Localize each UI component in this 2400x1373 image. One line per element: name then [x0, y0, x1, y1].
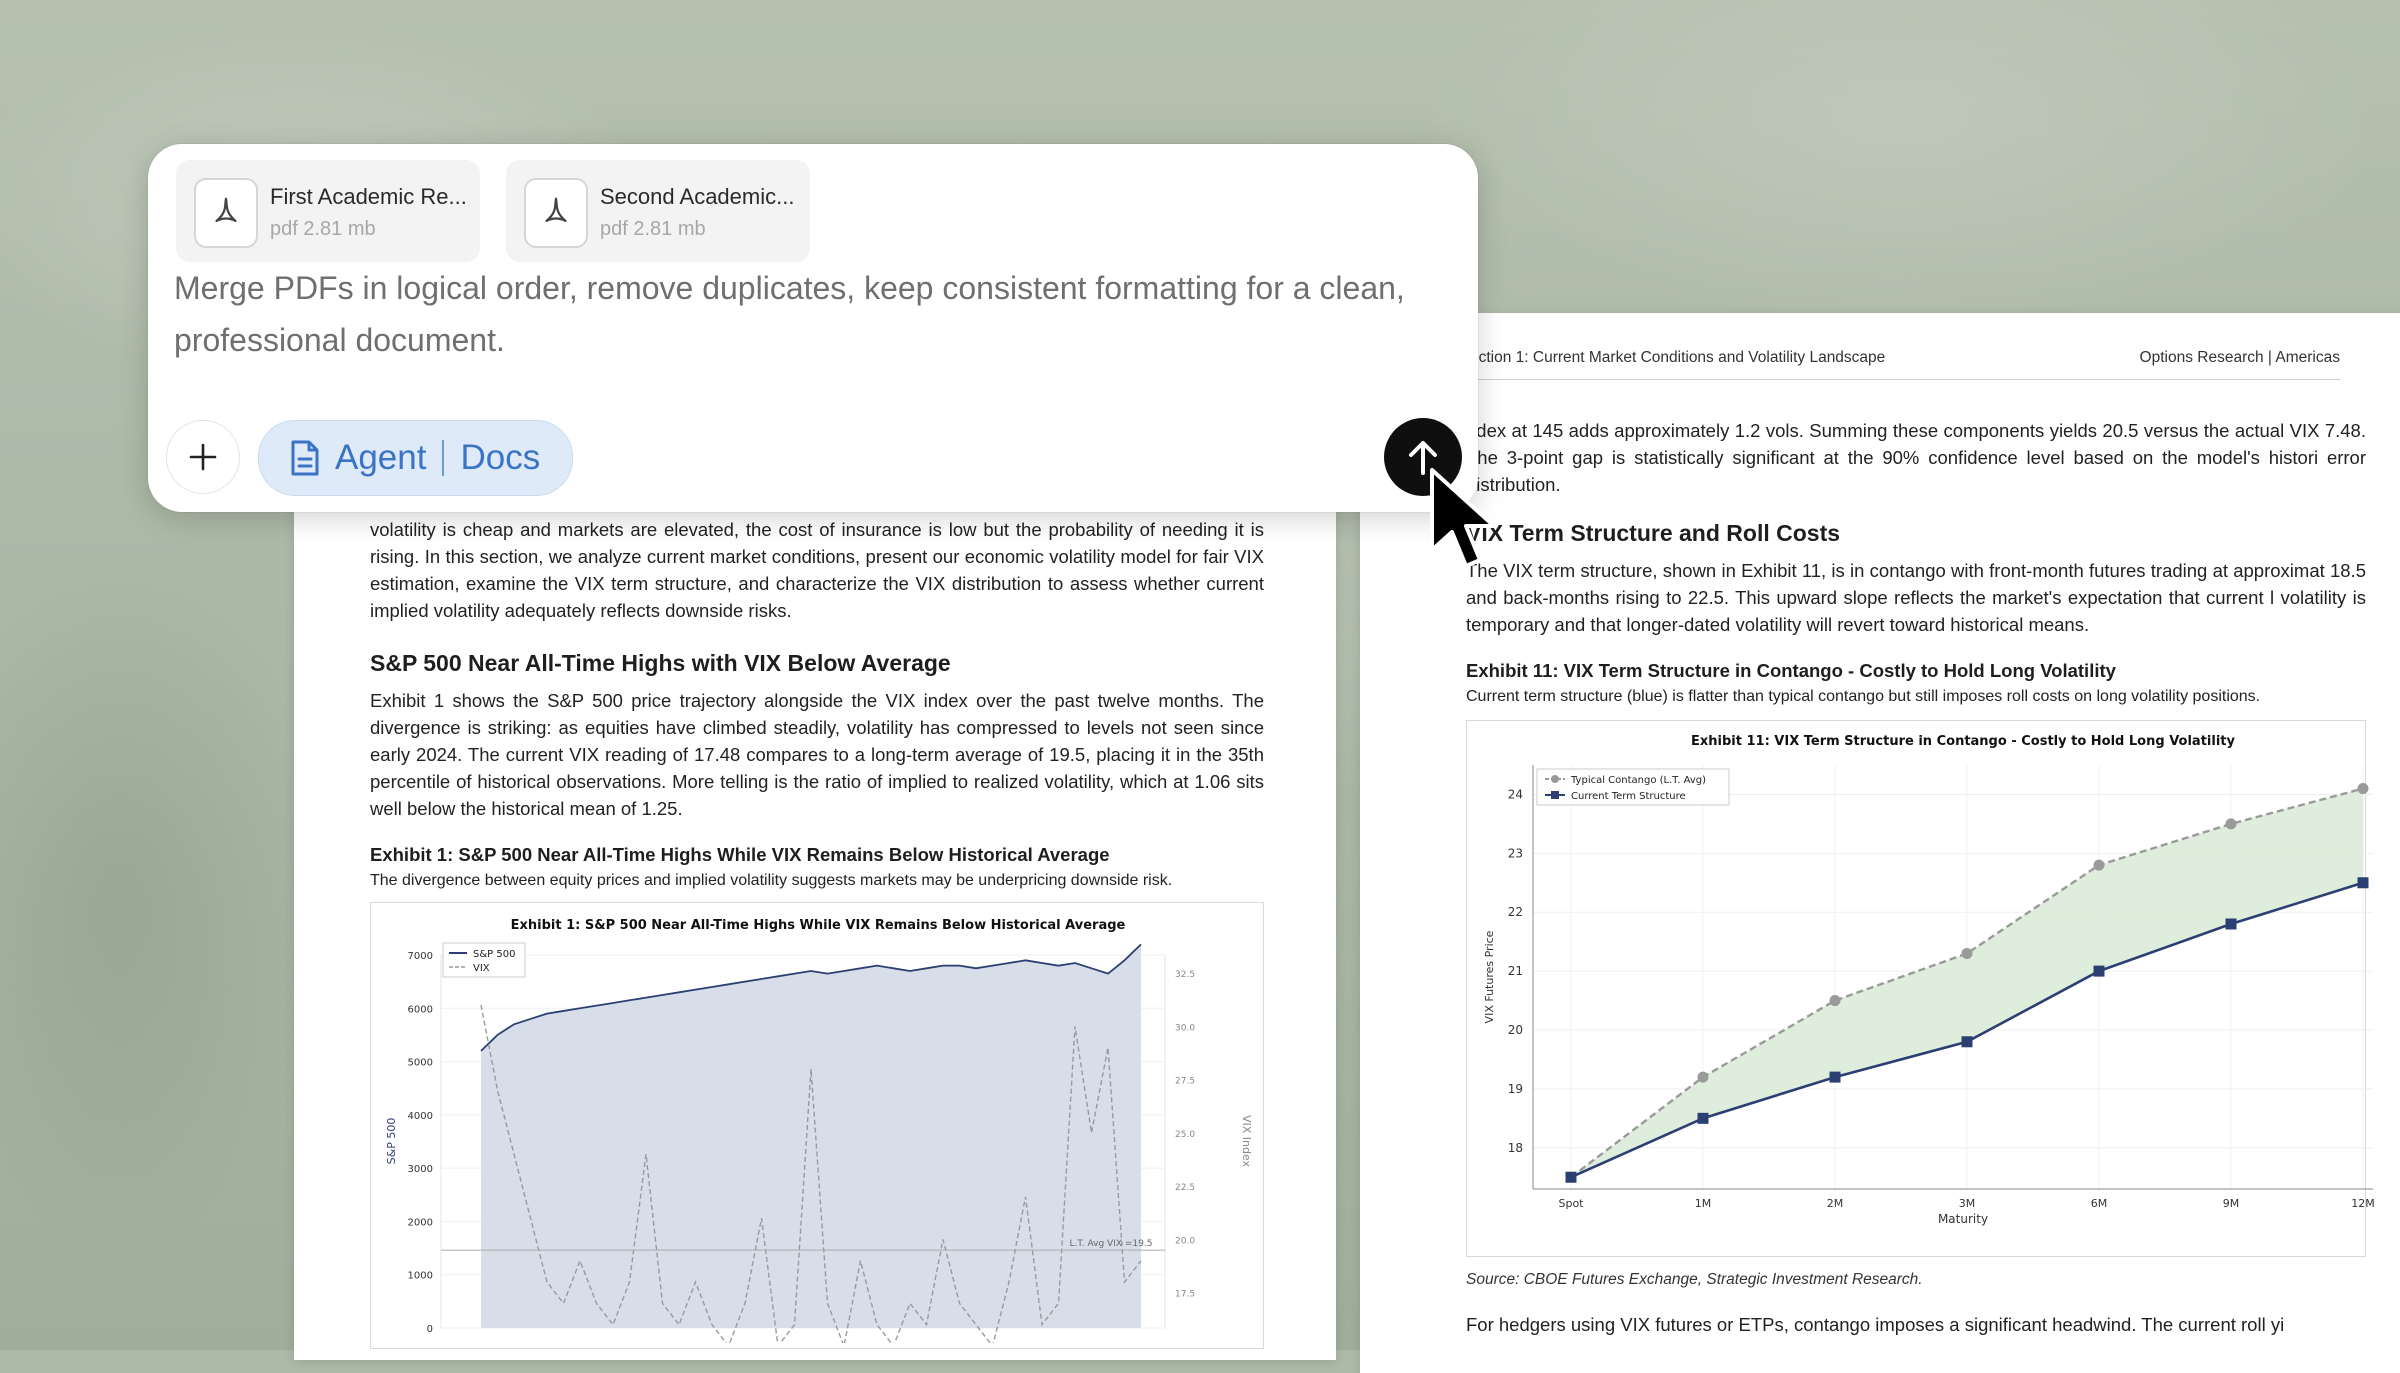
data-point	[1961, 947, 1973, 959]
data-point	[2357, 783, 2369, 795]
exhibit-1-chart-svg: Exhibit 1: S&P 500 Near All-Time Highs W…	[385, 918, 1253, 1353]
section-heading: S&P 500 Near All-Time Highs with VIX Bel…	[370, 650, 951, 676]
x-tick-label: 9M	[2223, 1197, 2240, 1210]
exhibit-subtitle: Current term structure (blue) is flatter…	[1466, 688, 2261, 705]
y-tick-label: 21	[1508, 964, 1523, 978]
body-paragraph: The VIX term structure, shown in Exhibit…	[1466, 560, 2366, 635]
y2-tick-label: 27.5	[1175, 1077, 1195, 1087]
data-point	[2225, 918, 2237, 930]
attachment-meta: pdf 2.81 mb	[270, 218, 376, 240]
y-tick-label: 19	[1508, 1082, 1523, 1096]
y-tick-label: 2000	[408, 1217, 433, 1228]
data-point	[2093, 859, 2105, 871]
header-brand: Options Research | Americas	[2139, 349, 2340, 366]
footer-paragraph: For hedgers using VIX futures or ETPs, c…	[1466, 1314, 2285, 1335]
document-page-right: ection 1: Current Market Conditions and …	[1360, 313, 2400, 1373]
y-tick-label: 0	[427, 1324, 433, 1335]
exhibit-1-chart: Exhibit 1: S&P 500 Near All-Time Highs W…	[370, 902, 1264, 1353]
x-tick-label: 2M	[1827, 1197, 1844, 1210]
data-point	[2093, 965, 2105, 977]
docs-label: Docs	[460, 438, 541, 477]
header-section-title: ection 1: Current Market Conditions and …	[1470, 349, 1886, 366]
y-tick-label: 6000	[408, 1004, 433, 1015]
pdf-icon	[524, 178, 588, 248]
body-paragraph: Exhibit 1 shows the S&P 500 price trajec…	[370, 690, 1264, 819]
chart-title: Exhibit 1: S&P 500 Near All-Time Highs W…	[511, 918, 1126, 933]
x-tick-label: Spot	[1558, 1197, 1584, 1210]
y-axis-label: VIX Futures Price	[1483, 930, 1496, 1023]
attachment-meta: pdf 2.81 mb	[600, 218, 706, 240]
attachment-card[interactable]: Second Academic... pdf 2.81 mb	[506, 160, 810, 262]
data-point	[1829, 995, 1841, 1007]
intro-paragraph: volatility is cheap and markets are elev…	[370, 519, 1264, 621]
x-tick-label: 6M	[2091, 1197, 2108, 1210]
y-tick-label: 4000	[408, 1111, 433, 1122]
prompt-composer: First Academic Re... pdf 2.81 mb Second …	[148, 144, 1478, 512]
data-point	[1697, 1112, 1709, 1124]
y-tick-label: 7000	[408, 951, 433, 962]
attachment-card[interactable]: First Academic Re... pdf 2.81 mb	[176, 160, 480, 262]
agent-label: Agent	[335, 438, 427, 477]
x-axis-label: Maturity	[1938, 1212, 1988, 1226]
page-header: ection 1: Current Market Conditions and …	[1470, 339, 2340, 380]
chart-title: Exhibit 11: VIX Term Structure in Contan…	[1691, 734, 2236, 749]
legend-label: Typical Contango (L.T. Avg)	[1570, 775, 1706, 786]
attachment-name: Second Academic...	[600, 184, 795, 209]
plus-icon	[189, 443, 217, 471]
y2-tick-label: 25.0	[1175, 1130, 1195, 1140]
x-tick-label: 12M	[2351, 1197, 2375, 1210]
chart-source: Source: CBOE Futures Exchange, Strategic…	[1466, 1271, 1923, 1288]
y2-tick-label: 17.5	[1175, 1290, 1195, 1300]
y2-tick-label: 20.0	[1175, 1236, 1195, 1246]
y2-axis-label: VIX Index	[1240, 1115, 1253, 1168]
agent-docs-chip[interactable]: Agent Docs	[258, 420, 574, 496]
data-point	[1565, 1171, 1577, 1183]
x-tick-label: 1M	[1695, 1197, 1712, 1210]
sp500-area	[481, 944, 1141, 1328]
add-attachment-button[interactable]	[166, 420, 240, 494]
exhibit-title: Exhibit 11: VIX Term Structure in Contan…	[1466, 660, 2116, 681]
y-tick-label: 20	[1508, 1023, 1523, 1037]
data-point	[1829, 1071, 1841, 1083]
exhibit-11-chart-svg: Exhibit 11: VIX Term Structure in Contan…	[1483, 734, 2375, 1226]
x-tick-label: 3M	[1959, 1197, 1976, 1210]
y-tick-label: 23	[1508, 846, 1523, 860]
legend-label: S&P 500	[473, 949, 515, 960]
legend-marker	[1551, 775, 1559, 783]
y-tick-label: 5000	[408, 1058, 433, 1069]
exhibit-subtitle: The divergence between equity prices and…	[370, 872, 1173, 889]
data-point	[2357, 877, 2369, 889]
intro-paragraph: ndex at 145 adds approximately 1.2 vols.…	[1466, 420, 2366, 495]
document-icon	[291, 440, 319, 476]
y-tick-label: 3000	[408, 1164, 433, 1175]
y-tick-label: 1000	[408, 1271, 433, 1282]
exhibit-11-chart: Exhibit 11: VIX Term Structure in Contan…	[1466, 720, 2375, 1257]
legend-label: VIX	[473, 963, 490, 974]
data-point	[1697, 1071, 1709, 1083]
vix-average-annotation: L.T. Avg VIX =19.5	[1070, 1239, 1153, 1249]
prompt-input[interactable]: Merge PDFs in logical order, remove dupl…	[174, 262, 1434, 366]
section-heading: VIX Term Structure and Roll Costs	[1466, 520, 1841, 546]
exhibit-title: Exhibit 1: S&P 500 Near All-Time Highs W…	[370, 844, 1110, 865]
data-point	[2225, 818, 2237, 830]
attachment-name: First Academic Re...	[270, 184, 467, 209]
y-tick-label: 22	[1508, 905, 1523, 919]
chip-separator	[442, 440, 445, 476]
document-page-left: volatility is cheap and markets are elev…	[294, 420, 1336, 1360]
y-axis-label: S&P 500	[385, 1118, 398, 1165]
mouse-cursor-icon	[1430, 468, 1496, 568]
legend-label: Current Term Structure	[1571, 791, 1686, 802]
y2-tick-label: 22.5	[1175, 1183, 1195, 1193]
pdf-icon	[194, 178, 258, 248]
data-point	[1961, 1036, 1973, 1048]
legend-marker	[1551, 791, 1559, 799]
y-tick-label: 24	[1508, 787, 1523, 801]
y-tick-label: 18	[1508, 1141, 1523, 1155]
y2-tick-label: 30.0	[1175, 1023, 1195, 1033]
y2-tick-label: 32.5	[1175, 970, 1195, 980]
